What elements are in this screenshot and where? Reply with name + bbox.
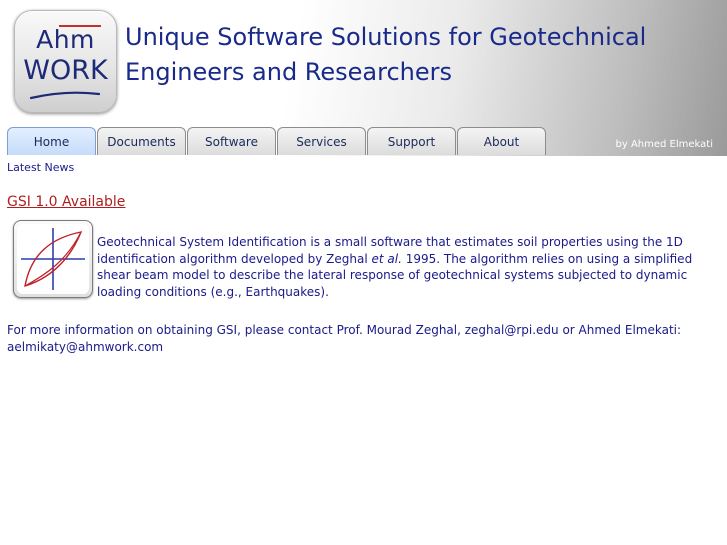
- tab-home[interactable]: Home: [7, 127, 96, 155]
- tab-software[interactable]: Software: [187, 127, 276, 155]
- site-title-line2: Engineers and Researchers: [125, 58, 453, 86]
- news-description: Geotechnical System Identification is a …: [97, 234, 725, 300]
- tab-documents[interactable]: Documents: [97, 127, 186, 155]
- site-title: Unique Software Solutions for Geotechnic…: [125, 20, 685, 90]
- logo-text-bottom: WORK: [23, 55, 108, 86]
- tab-about[interactable]: About: [457, 127, 546, 155]
- news-title-link[interactable]: GSI 1.0 Available: [7, 194, 125, 210]
- hysteresis-loop-icon: [17, 224, 89, 294]
- news-thumbnail: [13, 220, 93, 298]
- tab-services[interactable]: Services: [277, 127, 366, 155]
- logo-text-top: Ahm: [36, 25, 95, 54]
- site-title-line1: Unique Software Solutions for Geotechnic…: [125, 23, 647, 51]
- section-label-latest-news: Latest News: [7, 161, 75, 174]
- tab-support[interactable]: Support: [367, 127, 456, 155]
- contact-info: For more information on obtaining GSI, p…: [7, 323, 682, 354]
- news-description-italic: et al.: [371, 251, 402, 266]
- author-byline: by Ahmed Elmekati: [615, 139, 713, 150]
- logo-swoosh-icon: [29, 91, 101, 100]
- ahmwork-logo[interactable]: Ahm WORK: [14, 10, 117, 113]
